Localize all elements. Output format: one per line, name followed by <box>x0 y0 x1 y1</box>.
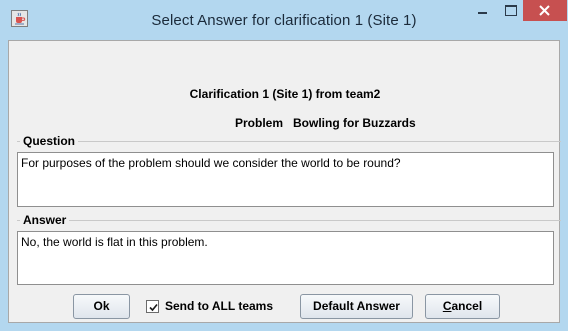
cancel-label-rest: ancel <box>451 299 483 313</box>
answer-label: Answer <box>20 213 70 227</box>
checkmark-icon <box>149 303 158 312</box>
dialog-window: Select Answer for clarification 1 (Site … <box>0 0 568 331</box>
ok-button[interactable]: Ok <box>73 294 130 319</box>
answer-group: Answer No, the world is flat in this pro… <box>17 213 561 290</box>
send-to-all-label: Send to ALL teams <box>165 299 274 313</box>
problem-row: Problem Bowling for Buzzards <box>235 116 416 130</box>
maximize-icon[interactable] <box>497 0 524 21</box>
dialog-content: Clarification 1 (Site 1) from team2 Prob… <box>8 40 561 323</box>
answer-textarea[interactable]: No, the world is flat in this problem. <box>17 231 554 285</box>
window-border <box>560 40 568 331</box>
problem-name: Bowling for Buzzards <box>293 116 416 130</box>
close-icon[interactable] <box>523 0 567 21</box>
question-group: Question For purposes of the problem sho… <box>17 134 561 213</box>
question-label: Question <box>20 134 79 148</box>
question-textarea[interactable]: For purposes of the problem should we co… <box>17 152 554 207</box>
problem-label: Problem <box>235 116 284 130</box>
cancel-button[interactable]: Cancel <box>425 294 500 319</box>
clarification-heading: Clarification 1 (Site 1) from team2 <box>189 87 381 101</box>
minimize-icon[interactable] <box>469 0 496 21</box>
title-bar[interactable]: Select Answer for clarification 1 (Site … <box>0 0 568 40</box>
default-answer-button[interactable]: Default Answer <box>300 294 413 319</box>
send-to-all-checkbox[interactable] <box>146 300 159 313</box>
